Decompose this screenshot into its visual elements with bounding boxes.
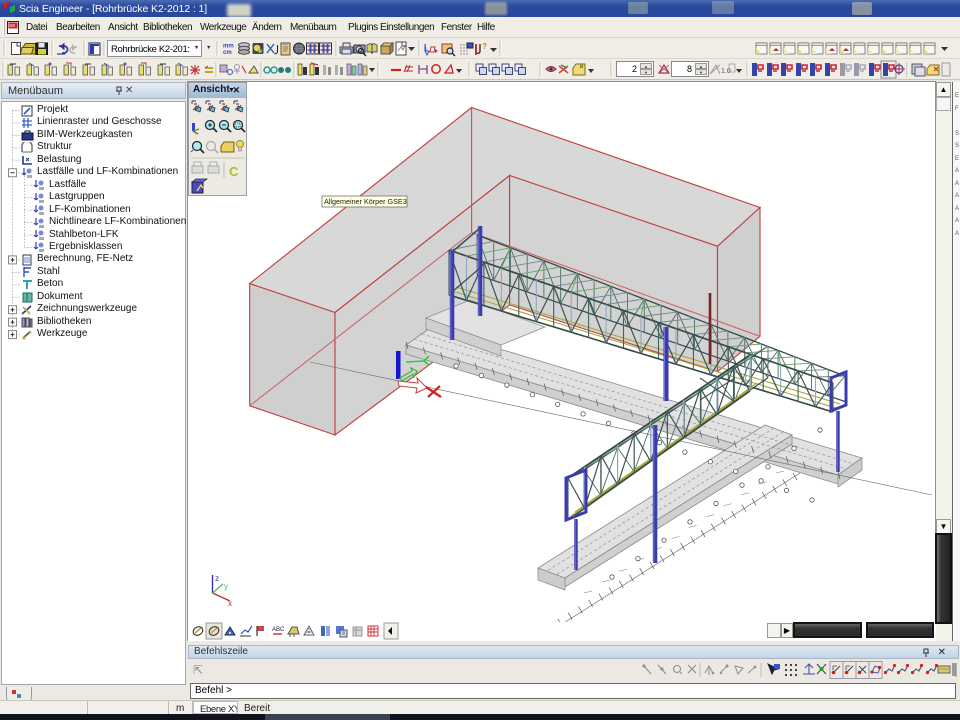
svg-text:mm: mm [223,44,234,50]
svg-text:ABC: ABC [272,627,285,633]
svg-text:Allgemeiner Körper GSE3: Allgemeiner Körper GSE3 [324,197,407,206]
svg-text:x: x [228,599,232,608]
svg-text:C: C [229,164,239,179]
svg-text:y: y [224,582,228,591]
svg-text:cm: cm [223,50,232,56]
svg-text:z: z [215,574,219,583]
svg-text:?: ? [482,42,487,51]
